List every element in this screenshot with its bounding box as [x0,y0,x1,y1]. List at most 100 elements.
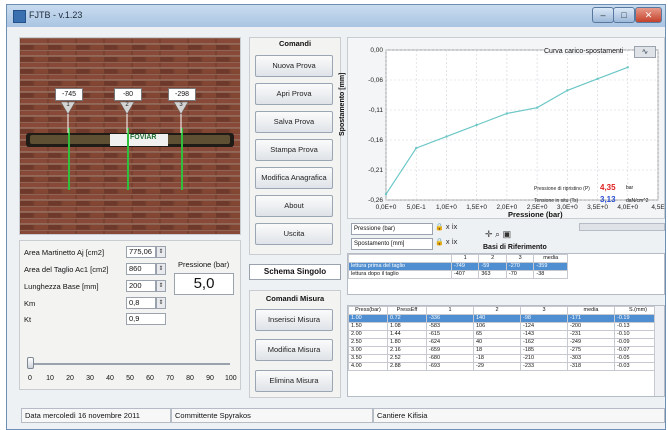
table-cell: 3.00 [348,346,388,355]
pressione-label: Pressione (bar) [178,260,230,269]
basi-table: 1 2 3 media lettura prima del taglio -749 -59-… [348,254,568,279]
lunghezza-spinner[interactable]: ⇕ [156,280,166,292]
table-cell: -70 [505,270,535,279]
table-cell: -29 [473,362,521,371]
table-row[interactable]: 3.50 2.52 -680 -18 -210 -303 -0.05 [348,354,662,363]
y-axis-selector[interactable]: Spostamento [mm] [351,238,433,250]
about-button[interactable]: About [255,195,333,217]
schema-singolo-label: Schema Singolo [249,264,341,280]
table-cell: -270 [505,262,535,271]
chart-panel: 0,0E+0 5,0E-1 1,0E+0 1,5E+0 2,0E+0 2,5E+0 3,0E… [339,37,665,219]
table-cell: -124 [520,322,568,331]
ripristino-label: Pressione di ripristino (P) [534,186,590,192]
lunghezza-field[interactable]: 200 [126,280,156,292]
gauge-1-index: 1 [66,102,70,108]
graph-palette-tools[interactable]: ✛ ⌕ ▣ [485,229,525,241]
committente-value: Spyrakos [219,411,251,420]
tensione-unit: daN/cm^2 [626,198,649,204]
table-cell: 2.52 [387,354,427,363]
table-cell: -693 [426,362,474,371]
close-button[interactable]: ✕ [635,7,662,23]
chart-x-tick: 1,5E+0 [466,204,487,211]
chart-data-point [535,106,539,109]
status-cantiere: Cantiere Kifisia [373,408,665,423]
chart-data-point [505,112,509,115]
committente-label: Committente [175,411,218,420]
slider-tick-label: 100 [225,375,237,382]
table-cell: -275 [567,346,615,355]
table-row[interactable]: 4.00 2.88 -693 -29 -233 -318 -0.03 [348,362,662,371]
chart-y-tick: -0,21 [368,167,383,174]
status-data: Data mercoledì 16 novembre 2011 [21,408,171,423]
table-header-cell: media [567,306,615,315]
table-row[interactable]: 2.00 1.44 -615 65 -143 -231 -0.10 [348,330,662,339]
area-martinetto-spinner[interactable]: ⇕ [156,246,166,258]
elimina-misura-button[interactable]: Elimina Misura [255,370,333,392]
stampa-prova-button[interactable]: Stampa Prova [255,139,333,161]
km-spinner[interactable]: ⇕ [156,297,166,309]
kt-field[interactable]: 0,9 [126,313,166,325]
table-row[interactable]: lettura prima del taglio -749 -59 -270 -359 [348,262,568,271]
salva-prova-button[interactable]: Salva Prova [255,111,333,133]
table-cell: 2.88 [387,362,427,371]
pressure-slider-thumb[interactable] [27,357,34,369]
chart-scrollbar[interactable] [579,223,665,231]
table-cell: -59 [478,262,507,271]
gauge-3-index: 3 [179,102,183,108]
table-header-cell: 3 [505,254,535,263]
table-cell: 2.50 [348,338,388,347]
slider-tick-label: 50 [126,375,134,382]
table-header-cell: Press(bar) [348,306,388,315]
x-axis-tools[interactable]: 🔒 ⅹ ⅸ [435,223,479,235]
title-bar: FJTB - v.1.23 – □ ✕ [7,5,665,27]
chart-legend-swatch: ∿ [634,46,656,58]
modifica-misura-button[interactable]: Modifica Misura [255,339,333,361]
nuova-prova-button[interactable]: Nuova Prova [255,55,333,77]
table-row[interactable]: 3.00 2.16 -659 18 -185 -275 -0.07 [348,346,662,355]
wall-photo: -745 -80 -298 1 2 3 FOVIAR [19,37,241,235]
table-cell: -680 [426,354,474,363]
status-committente: Committente Spyrakos [171,408,373,423]
area-taglio-field[interactable]: 860 [126,263,156,275]
pressure-slider-track[interactable] [30,363,230,365]
table-row[interactable]: 1.50 1.08 -583 106 -124 -200 -0.13 [348,322,662,331]
ripristino-unit: bar [626,185,634,191]
data-label: Data [25,411,41,420]
table-cell: -233 [520,362,568,371]
table-cell: 40 [473,338,521,347]
km-field[interactable]: 0,8 [126,297,156,309]
area-taglio-spinner[interactable]: ⇕ [156,263,166,275]
table-cell: lettura dopo il taglio [348,270,452,279]
table-cell: -162 [520,338,568,347]
chart-data-point [415,146,418,150]
uscita-button[interactable]: Uscita [255,223,333,245]
maximize-button[interactable]: □ [613,7,635,23]
table-row[interactable]: 1.00 0.72 -336 140 -98 -171 -0.19 [348,314,662,323]
table-cell: -624 [426,338,474,347]
x-axis-selector[interactable]: Pressione (bar) [351,223,433,235]
ripristino-value: 4,35 [600,183,616,192]
misure-table: Press(bar) PressEff 1 2 3 media S.(mm) 1.00 0.72… [348,306,662,371]
slider-tick-label: 20 [66,375,74,382]
table-cell: 363 [478,270,507,279]
table-cell: 1.80 [387,338,427,347]
table-row[interactable]: 2.50 1.80 -624 40 -162 -249 -0.09 [348,338,662,347]
modifica-anagrafica-button[interactable]: Modifica Anagrafica [255,167,333,189]
table-cell: -171 [567,314,615,323]
area-martinetto-field[interactable]: 775,06 [126,246,156,258]
table-cell: 4.00 [348,362,388,371]
slider-tick-label: 0 [28,375,32,382]
table-header-cell [348,254,452,263]
chart-x-tick: 5,0E-1 [407,204,427,211]
apri-prova-button[interactable]: Apri Prova [255,83,333,105]
table-cell: 3.50 [348,354,388,363]
table-cell: -615 [426,330,474,339]
inserisci-misura-button[interactable]: Inserisci Misura [255,309,333,331]
chart-data-point [445,135,448,138]
y-axis-tools[interactable]: 🔒 ⅹ ⅸ [435,238,479,250]
table-header-cell: 1 [426,306,474,315]
minimize-button[interactable]: – [592,7,614,23]
misure-scrollbar[interactable] [654,306,664,396]
chart-y-tick: -0,06 [368,77,383,84]
table-row[interactable]: lettura dopo il taglio -407 363 -70 -38 [348,270,568,279]
